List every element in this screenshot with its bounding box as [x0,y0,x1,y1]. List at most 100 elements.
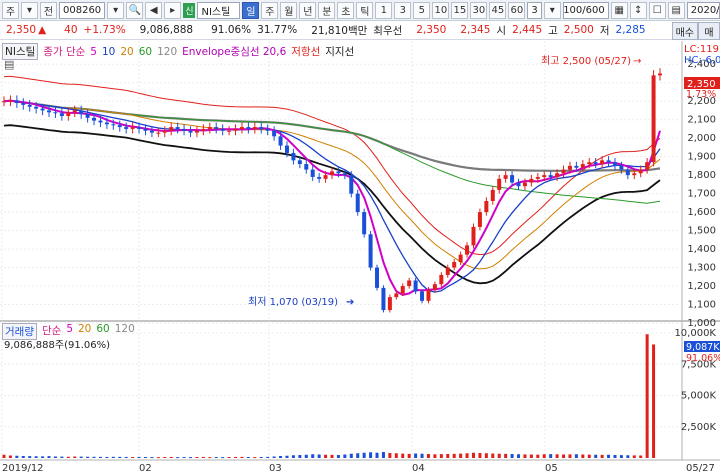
volume-bar [182,457,186,459]
candle-body [477,212,482,227]
volume-bar [60,456,64,458]
resistance-line [3,75,661,256]
candle-body [117,125,122,128]
volume-bar [574,454,578,458]
volume-current: 9,086,888주(91.06%) [4,340,111,351]
candle-body [651,75,656,163]
volume-bar [279,456,283,458]
volume-bar [304,454,308,458]
volume-bar [253,457,257,459]
candle-body [47,110,52,113]
candle-body [220,128,225,131]
candle-body [111,124,116,126]
volume-bar [208,457,212,459]
candle-body [188,130,193,133]
candle-body [510,175,515,183]
y-tick-label: 1,400 [687,244,716,255]
volume-bar [47,456,51,458]
candle-body [387,297,392,311]
vol-tick-label: 5,000K [681,391,717,402]
candle-body [555,173,560,177]
volume-bar [555,454,559,458]
candle-body [632,173,637,176]
high-annotation: 최고 2,500 (05/27) [541,55,631,67]
volume-bar [619,455,623,458]
volume-bar [118,456,122,458]
candle-body [201,128,206,131]
candle-body [355,193,360,213]
volume-bar [105,456,109,458]
candle-body [149,130,154,133]
volume-bar [652,344,656,458]
candle-body [445,267,450,275]
volume-bar [542,454,546,458]
candle-body [27,104,32,107]
y-tick-label: 1,500 [687,226,716,237]
volume-bar [536,454,540,458]
candle-body [625,169,630,176]
arrow-right-icon: ➔ [346,297,354,308]
legend-resistance: 저항선 [291,46,321,58]
volume-bar [291,455,295,458]
panel-menu-icon[interactable]: ▤ [4,58,14,71]
candle-body [233,128,238,131]
candle-body [317,176,322,179]
candle-body [394,293,399,298]
volume-bar [298,455,302,458]
candle-body [529,178,534,183]
candle-body [606,160,611,163]
candle-body [362,212,367,235]
volume-bar [491,453,495,458]
candle-body [66,112,71,116]
candle-body [137,127,142,129]
candle-body [522,182,527,187]
vol-tick-label: 10,000K [674,328,716,339]
candle-body [175,127,180,129]
volume-bar [259,457,263,458]
candle-body [593,162,598,165]
volume-bar [471,452,475,458]
candle-body [259,127,264,129]
candle-body [162,130,167,133]
candle-body [284,145,289,153]
candle-body [2,101,6,103]
candle-body [53,112,58,114]
volume-bar [143,457,147,458]
legend-envelope: Envelope중심선 20,6 [182,46,287,58]
volume-bar [426,454,430,458]
volume-bar [317,454,321,458]
candle-body [291,152,296,161]
volume-bar [420,453,424,458]
volume-bar [581,454,585,458]
candle-body [645,162,650,170]
volume-bar [98,456,102,458]
x-tick-label: 05/27 [686,463,715,474]
volume-bar [86,456,90,458]
volume-bar [369,452,373,458]
candle-body [79,110,84,115]
candle-body [548,175,553,177]
volume-bar [163,457,167,458]
volume-bar [21,456,25,458]
volume-bar [600,454,604,458]
volume-bar [381,452,385,458]
volume-bar [246,457,250,458]
candle-body [207,127,212,129]
candle-body [214,127,219,129]
vol-pct: 91.06% [686,353,720,364]
volume-bar [330,454,334,458]
candle-body [580,164,585,168]
volume-bar [285,455,289,458]
volume-bar [375,452,379,458]
volume-bar [504,453,508,458]
volume-bar [587,454,591,458]
candle-body [535,176,540,179]
volume-bar [394,453,398,458]
y-tick-label: 1,800 [687,170,716,181]
candle-body [619,165,624,170]
volume-bar [349,453,353,458]
legend-vol-ma120: 120 [114,323,135,335]
candle-body [169,127,174,131]
candle-body [561,169,566,174]
volume-bar [407,453,411,458]
